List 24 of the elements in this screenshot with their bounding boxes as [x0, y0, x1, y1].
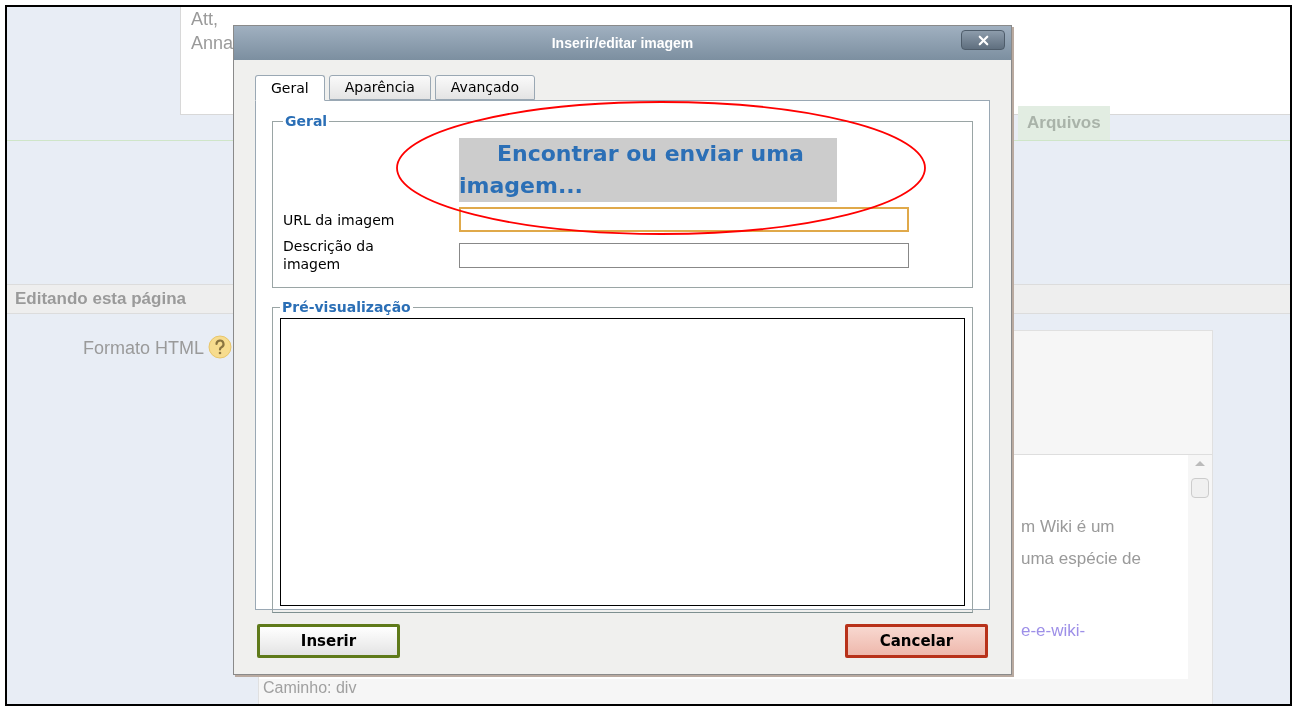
close-button[interactable] — [961, 30, 1005, 50]
scroll-up-icon[interactable] — [1195, 461, 1205, 466]
field-label: URL da imagem — [283, 210, 396, 229]
editor-path: Caminho: div — [262, 679, 358, 697]
editor-text: m Wiki é um — [1021, 516, 1116, 538]
field-label: Descrição da imagem — [283, 237, 375, 273]
section-heading: Editando esta página — [15, 288, 186, 311]
cancel-button[interactable]: Cancelar — [845, 624, 988, 658]
format-label: Formato HTML — [82, 337, 204, 360]
dialog-tab[interactable]: Aparência — [328, 75, 431, 100]
dialog-tab[interactable]: Geral — [255, 75, 325, 101]
dialog-tab[interactable]: Avançado — [434, 75, 536, 100]
help-icon[interactable] — [208, 335, 232, 359]
dialog-title: Inserir/editar imagem — [551, 33, 694, 53]
text-field[interactable] — [459, 242, 909, 268]
fieldset-legend: Pré-visualização — [280, 297, 413, 318]
message-text: Att, — [191, 8, 218, 31]
message-text: Anna — [191, 32, 234, 55]
scrollbar[interactable] — [1188, 455, 1212, 679]
scroll-thumb[interactable] — [1191, 478, 1209, 498]
text-field[interactable] — [459, 207, 909, 232]
insert-button[interactable]: Inserir — [257, 624, 400, 658]
fieldset-legend: Geral — [283, 111, 330, 132]
editor-text: uma espécie de — [1021, 548, 1143, 570]
